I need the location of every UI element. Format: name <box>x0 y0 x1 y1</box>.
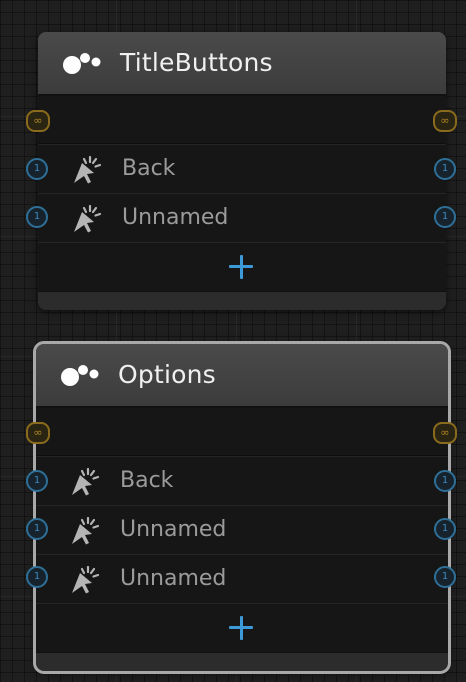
plus-icon[interactable] <box>229 616 253 640</box>
data-output-port[interactable]: 1 <box>434 206 456 228</box>
output-label: Back <box>120 468 174 493</box>
cursor-click-icon <box>74 204 102 233</box>
output-row-back[interactable]: Back <box>38 145 446 194</box>
output-label: Unnamed <box>120 517 227 542</box>
add-output-row <box>38 243 446 291</box>
flow-input-port[interactable]: ∞ <box>26 422 50 444</box>
output-row-unnamed[interactable]: Unnamed <box>36 555 448 604</box>
data-input-port[interactable]: 1 <box>26 206 48 228</box>
data-input-port[interactable]: 1 <box>26 470 48 492</box>
cursor-click-icon <box>72 516 100 545</box>
add-output-row <box>36 604 448 652</box>
output-label: Unnamed <box>120 566 227 591</box>
data-input-port[interactable]: 1 <box>26 566 48 588</box>
node-footer <box>38 291 446 310</box>
node-title: TitleButtons <box>120 48 273 77</box>
data-input-port[interactable]: 1 <box>26 158 48 180</box>
node-title: Options <box>118 360 216 389</box>
output-row-unnamed[interactable]: Unnamed <box>38 194 446 243</box>
cursor-click-icon <box>72 565 100 594</box>
plus-icon[interactable] <box>229 255 253 279</box>
output-row-back[interactable]: Back <box>36 457 448 506</box>
flow-output-port[interactable]: ∞ <box>433 422 457 444</box>
cursor-click-icon <box>72 467 100 496</box>
output-row-unnamed[interactable]: Unnamed <box>36 506 448 555</box>
node-header[interactable]: Options <box>36 344 448 408</box>
data-input-port[interactable]: 1 <box>26 518 48 540</box>
data-output-port[interactable]: 1 <box>434 158 456 180</box>
data-output-port[interactable]: 1 <box>434 518 456 540</box>
data-output-port[interactable]: 1 <box>434 470 456 492</box>
flow-row <box>36 408 448 457</box>
output-label: Back <box>122 156 176 181</box>
flow-output-port[interactable]: ∞ <box>433 110 457 132</box>
data-output-port[interactable]: 1 <box>434 566 456 588</box>
node-cluster-icon <box>63 53 101 74</box>
node-header[interactable]: TitleButtons <box>38 32 446 96</box>
cursor-click-icon <box>74 155 102 184</box>
flow-input-port[interactable]: ∞ <box>26 110 50 132</box>
output-label: Unnamed <box>122 205 229 230</box>
node-titlebuttons[interactable]: TitleButtons Back Unnamed <box>38 32 446 310</box>
flow-row <box>38 96 446 145</box>
node-options[interactable]: Options Back Unnamed Unnamed <box>33 341 451 674</box>
node-cluster-icon <box>61 365 99 386</box>
node-footer <box>36 652 448 671</box>
